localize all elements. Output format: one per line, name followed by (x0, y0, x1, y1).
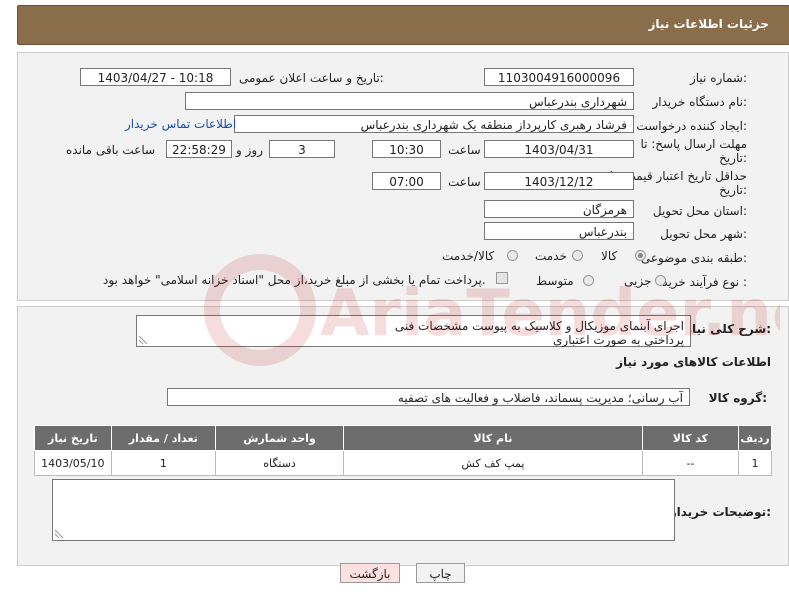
description-line-2: پرداختی به صورت اعتباری (553, 333, 684, 347)
category-goods-label: کالا (601, 249, 618, 263)
cell-code: -- (641, 450, 740, 476)
remaining-time-field: 22:58:29 (166, 140, 232, 158)
buyer-org-field: شهرداری بندرعباس (185, 92, 634, 110)
reply-deadline-date-label: تاریخ: (719, 151, 747, 165)
goods-table: ردیف کد کالا نام کالا واحد شمارش تعداد /… (34, 425, 772, 476)
col-row: ردیف (738, 425, 772, 451)
goods-group-field: آب رسانی؛ مدیریت پسماند، فاضلاب و فعالیت… (167, 388, 690, 406)
reply-time-field: 10:30 (372, 140, 441, 158)
purchase-minor-radio[interactable] (655, 275, 666, 286)
cell-name: پمپ کف کش (343, 450, 643, 476)
requester-label: ایجاد کننده درخواست: (636, 119, 747, 133)
category-goods-radio[interactable] (635, 250, 646, 261)
page-title: جزئیات اطلاعات نیاز (648, 17, 769, 31)
col-quantity: تعداد / مقدار (110, 425, 217, 451)
back-button[interactable]: بازگشت (340, 563, 400, 583)
reply-deadline-label: مهلت ارسال پاسخ: تا (640, 137, 747, 151)
goods-info-title: اطلاعات کالاهای مورد نیاز (616, 355, 771, 369)
reply-days-field: 3 (269, 140, 335, 158)
treasury-payment-note: پرداخت تمام یا بخشی از مبلغ خرید،از محل … (103, 273, 486, 287)
buyer-notes-label: توضیحات خریدار: (669, 505, 771, 519)
col-code: کد کالا (641, 425, 740, 451)
price-validity-time-field: 07:00 (372, 172, 441, 190)
category-goods-service-label: کالا/خدمت (442, 249, 495, 263)
category-label: طبقه بندی موضوعی: (640, 251, 747, 265)
description-label: شرح کلی نیاز: (685, 322, 771, 336)
cell-quantity: 1 (110, 450, 217, 476)
purchase-medium-label: متوسط (536, 274, 574, 288)
col-unit: واحد شمارش (215, 425, 345, 451)
province-label: استان محل تحویل: (652, 204, 747, 218)
announce-datetime-label: تاریخ و ساعت اعلان عمومی: (239, 71, 384, 85)
buyer-org-label: نام دستگاه خریدار: (652, 95, 748, 109)
requester-field: فرشاد رهبری کارپرداز منطقه یک شهرداری بن… (234, 115, 634, 133)
need-number-field: 1103004916000096 (484, 68, 634, 86)
category-service-label: خدمت (535, 249, 567, 263)
treasury-payment-checkbox[interactable] (496, 272, 508, 284)
purchase-medium-radio[interactable] (583, 275, 594, 286)
goods-table-header: ردیف کد کالا نام کالا واحد شمارش تعداد /… (34, 425, 772, 451)
need-number-label: شماره نیاز: (689, 71, 747, 85)
resize-grip-icon[interactable] (55, 529, 64, 538)
col-date: تاریخ نیاز (34, 425, 112, 451)
cell-unit: دستگاه (215, 450, 345, 476)
province-field: هرمزگان (484, 200, 634, 218)
page-header: جزئیات اطلاعات نیاز (17, 5, 789, 45)
price-validity-date-label: تاریخ: (719, 183, 747, 197)
cell-date: 1403/05/10 (34, 450, 112, 476)
days-label: روز و (236, 143, 263, 157)
category-service-radio[interactable] (572, 250, 583, 261)
description-textarea[interactable]: اجرای آبنمای موزیکال و کلاسیک به پیوست م… (136, 315, 691, 347)
table-row: 1 -- پمپ کف کش دستگاه 1 1403/05/10 (34, 450, 772, 476)
price-validity-time-label: ساعت (448, 175, 481, 189)
buyer-notes-textarea[interactable] (52, 479, 675, 541)
category-goods-service-radio[interactable] (507, 250, 518, 261)
price-validity-date-field: 1403/12/12 (484, 172, 634, 190)
reply-deadline-date-field: 1403/04/31 (484, 140, 634, 158)
city-label: شهر محل تحویل: (660, 227, 747, 241)
announce-datetime-field: 1403/04/27 - 10:18 (80, 68, 231, 86)
col-name: نام کالا (343, 425, 643, 451)
purchase-minor-label: جزیی (624, 274, 652, 288)
description-line-1: اجرای آبنمای موزیکال و کلاسیک به پیوست م… (394, 319, 684, 333)
purchase-type-label: نوع فرآیند خرید : (662, 275, 747, 289)
reply-time-label: ساعت (448, 143, 481, 157)
goods-group-label: گروه کالا: (708, 391, 767, 405)
remaining-time-label: ساعت باقی مانده (66, 143, 156, 157)
cell-row: 1 (738, 450, 772, 476)
city-field: بندرعباس (484, 222, 634, 240)
print-button[interactable]: چاپ (416, 563, 465, 583)
resize-grip-icon[interactable] (139, 335, 148, 344)
buyer-contact-link[interactable]: اطلاعات تماس خریدار (125, 117, 236, 131)
